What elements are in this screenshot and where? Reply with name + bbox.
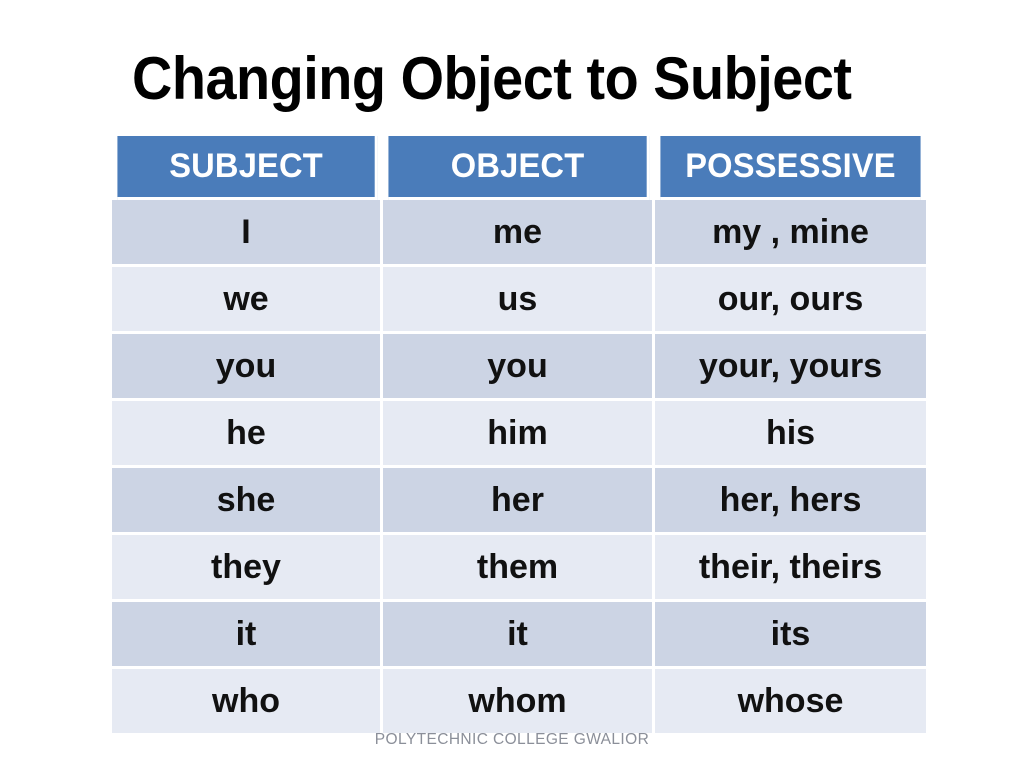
cell-possessive: your, yours (655, 334, 926, 401)
table-row: I me my , mine (112, 200, 926, 267)
cell-subject: she (112, 468, 383, 535)
cell-subject: he (112, 401, 383, 468)
table-header: SUBJECT OBJECT POSSESSIVE (112, 136, 926, 200)
cell-possessive: whose (655, 669, 926, 733)
cell-object: him (383, 401, 655, 468)
cell-possessive: my , mine (655, 200, 926, 267)
table-row: you you your, yours (112, 334, 926, 401)
cell-object: her (383, 468, 655, 535)
cell-subject: who (112, 669, 383, 733)
column-header-subject: SUBJECT (117, 136, 378, 200)
column-header-possessive: POSSESSIVE (660, 136, 921, 200)
cell-possessive: its (655, 602, 926, 669)
cell-object: us (383, 267, 655, 334)
cell-possessive: her, hers (655, 468, 926, 535)
cell-object: whom (383, 669, 655, 733)
cell-subject: it (112, 602, 383, 669)
cell-possessive: our, ours (655, 267, 926, 334)
table-row: he him his (112, 401, 926, 468)
table-body: I me my , mine we us our, ours you you y… (112, 200, 926, 733)
table-row: who whom whose (112, 669, 926, 733)
cell-subject: you (112, 334, 383, 401)
cell-possessive: their, theirs (655, 535, 926, 602)
footer-watermark: POLYTECHNIC COLLEGE GWALIOR (374, 731, 650, 748)
cell-possessive: his (655, 401, 926, 468)
cell-subject: we (112, 267, 383, 334)
pronoun-table: SUBJECT OBJECT POSSESSIVE I me my , mine… (112, 136, 926, 733)
table-row: she her her, hers (112, 468, 926, 535)
cell-object: me (383, 200, 655, 267)
table-row: they them their, theirs (112, 535, 926, 602)
cell-object: you (383, 334, 655, 401)
cell-object: it (383, 602, 655, 669)
column-header-object: OBJECT (388, 136, 650, 200)
table-header-row: SUBJECT OBJECT POSSESSIVE (112, 136, 926, 200)
cell-object: them (383, 535, 655, 602)
page-title: Changing Object to Subject (132, 45, 852, 112)
table-row: it it its (112, 602, 926, 669)
cell-subject: they (112, 535, 383, 602)
cell-subject: I (112, 200, 383, 267)
table-row: we us our, ours (112, 267, 926, 334)
